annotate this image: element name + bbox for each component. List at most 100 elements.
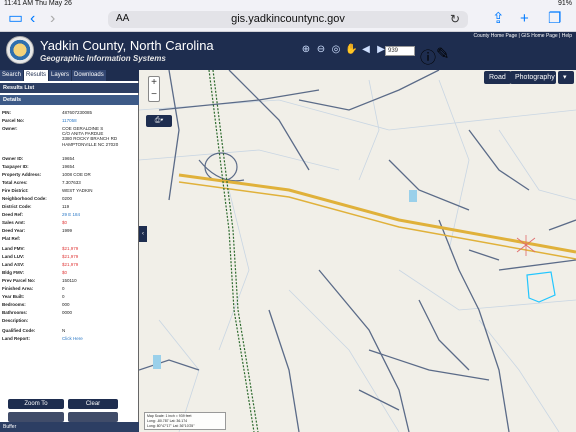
tab-search[interactable]: Search <box>0 70 24 81</box>
status-battery: 91% <box>557 0 572 7</box>
extra-button-left[interactable] <box>8 412 64 422</box>
detail-value: COE GERALDINE S C/O ANITA PARDUE 3380 RO… <box>62 126 119 147</box>
detail-key: Land LUV: <box>2 254 25 259</box>
map-zoom-out-button[interactable]: − <box>149 89 159 101</box>
forward-icon[interactable]: › <box>50 11 55 27</box>
detail-key: District Code: <box>2 204 32 209</box>
detail-value: N <box>62 328 66 333</box>
selected-parcel-outline <box>526 271 556 303</box>
detail-value: $0 <box>62 270 68 275</box>
details-header[interactable]: Details <box>0 95 139 105</box>
clear-button[interactable]: Clear <box>68 399 118 409</box>
detail-value: 0200 <box>62 196 73 201</box>
detail-row: Plat Ref: <box>0 236 139 246</box>
identify-icon[interactable]: ⓘ <box>420 44 436 68</box>
detail-value: $0 <box>62 220 68 225</box>
pond <box>153 355 161 369</box>
photography-basemap-button[interactable]: Photography <box>510 71 556 84</box>
zoom-to-button[interactable]: Zoom To <box>8 399 64 409</box>
detail-row: Description: <box>0 318 139 328</box>
detail-value: 150110 <box>62 278 77 283</box>
previous-extent-icon[interactable]: ◀ <box>360 44 372 56</box>
detail-key: Land FMV: <box>2 246 25 251</box>
url-domain: gis.yadkincountync.gov <box>231 13 345 25</box>
map-scale-readout: Map Scale: 1 inch = 939 feet Long: -80.7… <box>144 412 226 430</box>
scale-input[interactable]: 939 <box>385 46 415 56</box>
status-time: 11:41 AM Thu May 26 <box>4 0 72 7</box>
road-basemap-button[interactable]: Road <box>484 71 511 84</box>
detail-value: 19654 <box>62 164 75 169</box>
detail-key: Qualified Code: <box>2 328 36 333</box>
detail-key: Land Report: <box>2 336 30 341</box>
app-subtitle: Geographic Information Systems <box>40 54 166 63</box>
tab-downloads[interactable]: Downloads <box>72 70 106 81</box>
detail-key: Parcel No: <box>2 118 25 123</box>
detail-key: Finished Area: <box>2 286 34 291</box>
detail-key: Sales Amt: <box>2 220 26 225</box>
pan-hand-icon[interactable]: ✋ <box>345 44 357 56</box>
detail-row: Owner: COE GERALDINE S C/O ANITA PARDUE 3… <box>0 126 139 147</box>
print-button[interactable]: ⎙▾ <box>146 115 172 127</box>
buffer-panel-header[interactable]: Buffer <box>0 422 139 432</box>
detail-value: $21,979 <box>62 262 79 267</box>
detail-value: 1008 COE DR <box>62 172 91 177</box>
zoom-in-tool-icon[interactable]: ⊕ <box>300 44 312 56</box>
detail-value: 119 <box>62 204 70 209</box>
detail-key: PIN: <box>2 110 11 115</box>
detail-key: Owner ID: <box>2 156 24 161</box>
detail-value: 487607230085 <box>62 110 93 115</box>
browser-toolbar: ▭ ‹ › AA gis.yadkincountync.gov ↻ ⇪ + ❐ <box>0 8 576 32</box>
detail-key: Deed Year: <box>2 228 26 233</box>
share-icon[interactable]: ⇪ <box>492 11 505 27</box>
zoom-out-tool-icon[interactable]: ⊖ <box>315 44 327 56</box>
detail-key: Neighborhood Code: <box>2 196 47 201</box>
new-tab-icon[interactable]: + <box>520 11 529 27</box>
sidebar-tabs: Search Results Layers Downloads <box>0 70 139 81</box>
detail-key: Bedrooms: <box>2 302 26 307</box>
detail-value: 0000 <box>62 310 73 315</box>
detail-key: Fire District: <box>2 188 29 193</box>
tabs-icon[interactable]: ❐ <box>548 11 561 27</box>
detail-value: 000 <box>62 302 70 307</box>
header-links[interactable]: County Home Page | GIS Home Page | Help <box>474 33 572 39</box>
app-header: Yadkin County, North Carolina Geographic… <box>0 32 576 70</box>
detail-value: 7.307633 <box>62 180 81 185</box>
county-seal-logo <box>6 36 34 64</box>
detail-key: Plat Ref: <box>2 236 21 241</box>
tab-results[interactable]: Results <box>24 70 49 81</box>
detail-key: Owner: <box>2 126 18 131</box>
detail-value[interactable]: 117058 <box>62 118 77 123</box>
detail-value[interactable]: 29 E 184 <box>62 212 80 217</box>
extra-button-right[interactable] <box>68 412 118 422</box>
detail-value: 1999 <box>62 228 73 233</box>
map-canvas <box>139 70 576 432</box>
detail-key: Total Acres: <box>2 180 28 185</box>
detail-key: Bldg FMV: <box>2 270 24 275</box>
map-zoom-in-button[interactable]: + <box>149 77 159 89</box>
zoom-control: + − <box>148 76 160 102</box>
detail-value: 0 <box>62 286 65 291</box>
detail-key: Year Built: <box>2 294 25 299</box>
detail-key: Taxpayer ID: <box>2 164 29 169</box>
url-field[interactable]: AA gis.yadkincountync.gov ↻ <box>108 11 468 28</box>
measure-icon[interactable]: ✎ <box>436 44 449 64</box>
detail-value: $21,979 <box>62 246 79 251</box>
ios-status-bar: 11:41 AM Thu May 26 91% <box>0 0 576 8</box>
back-icon[interactable]: ‹ <box>30 11 35 27</box>
sidebar-panel: Search Results Layers Downloads Results … <box>0 70 139 432</box>
map-view[interactable]: + − ⎙▾ Road Photography ▾ ‹ Map Scale: 1… <box>139 70 576 432</box>
reload-icon[interactable]: ↻ <box>450 12 460 26</box>
sidebar-toggle-icon[interactable]: ▭ <box>8 11 23 27</box>
tab-layers[interactable]: Layers <box>49 70 72 81</box>
detail-key: Property Address: <box>2 172 42 177</box>
basemap-dropdown-button[interactable]: ▾ <box>558 71 574 84</box>
app-title: Yadkin County, North Carolina <box>40 38 214 53</box>
results-list-header[interactable]: Results List <box>0 83 139 93</box>
full-extent-icon[interactable]: ◎ <box>330 44 342 56</box>
collapse-sidebar-button[interactable]: ‹ <box>139 226 147 242</box>
detail-value: 19654 <box>62 156 75 161</box>
detail-value: WEST YADKIN <box>62 188 93 193</box>
detail-key: Description: <box>2 318 29 323</box>
detail-value[interactable]: Click Here <box>62 336 83 341</box>
detail-key: Bathrooms: <box>2 310 28 315</box>
